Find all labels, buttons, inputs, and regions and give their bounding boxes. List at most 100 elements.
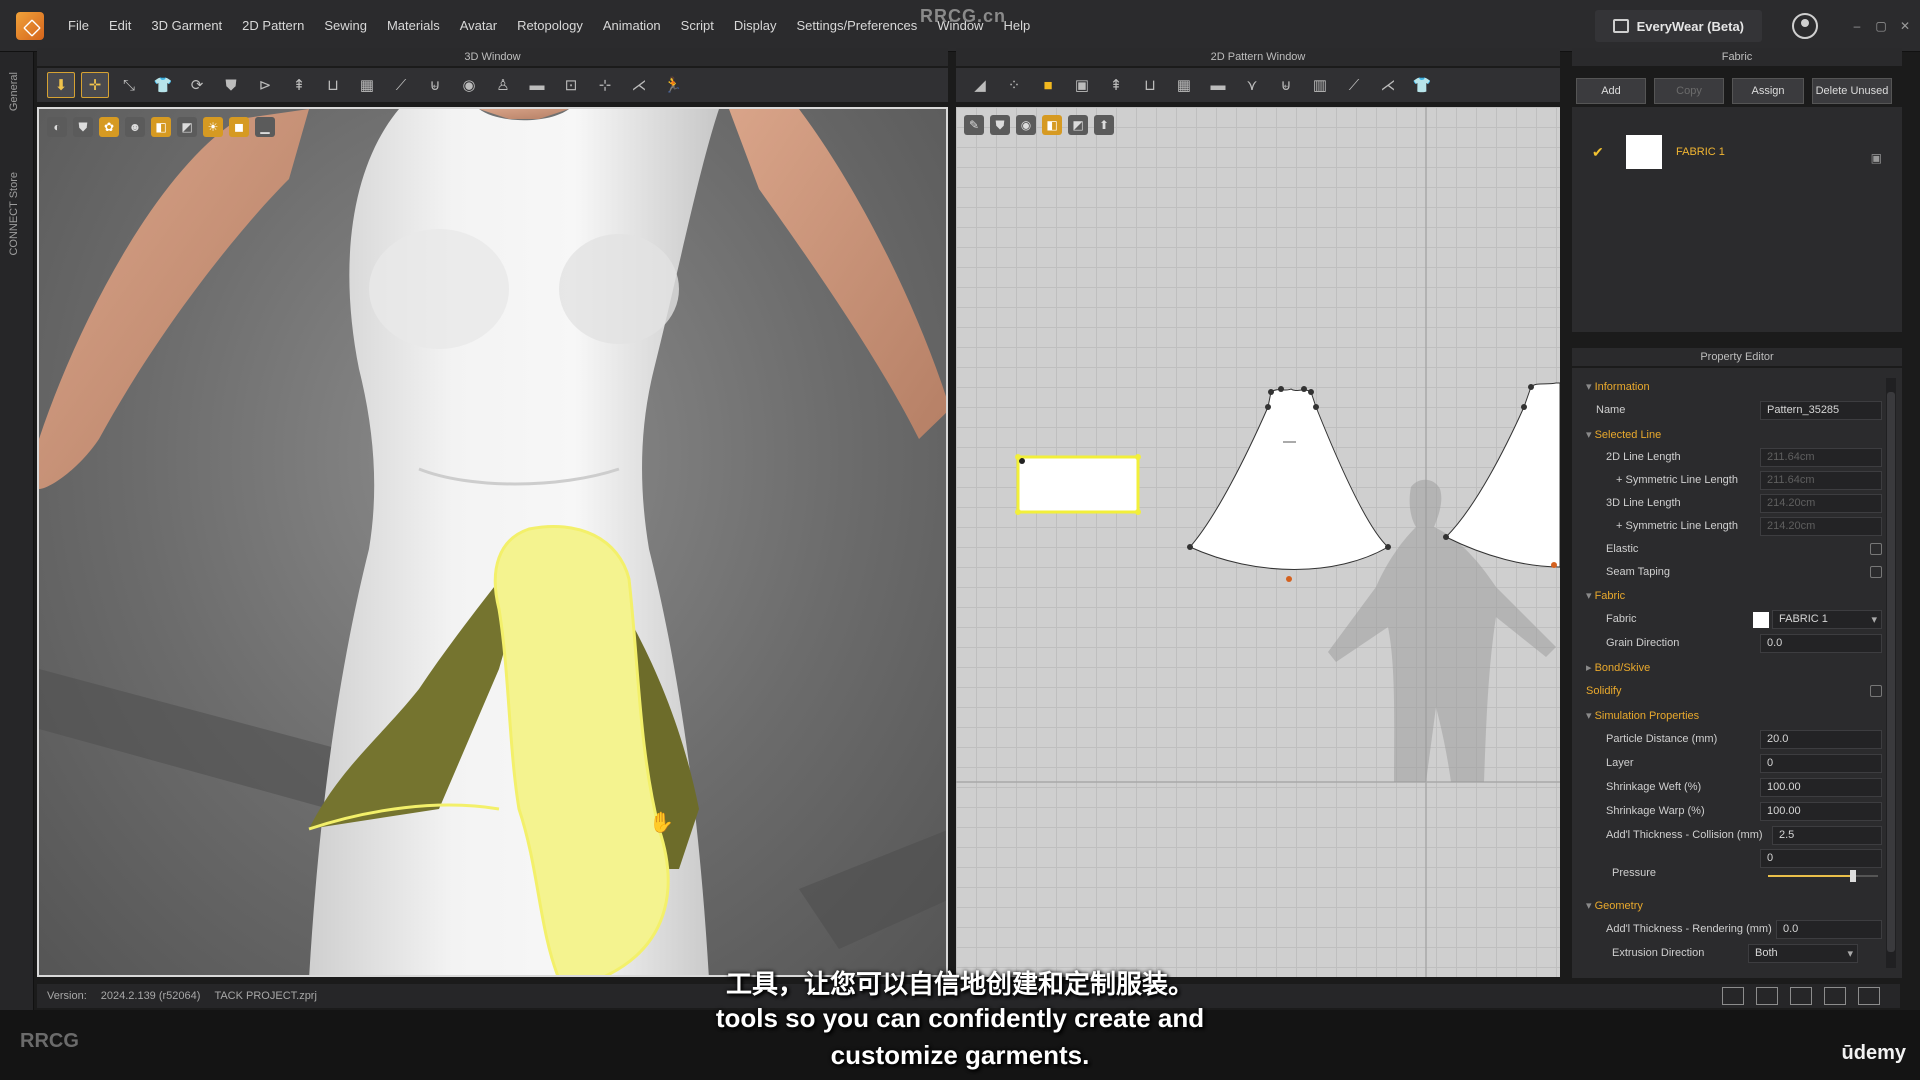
shadow-icon[interactable]: ◼ — [229, 117, 249, 137]
strap-icon[interactable]: ⊌ — [421, 72, 449, 98]
symmetry-icon[interactable]: ◉ — [1016, 115, 1036, 135]
close-icon[interactable]: ✕ — [1896, 19, 1914, 33]
fabric-delete-unused-button[interactable]: Delete Unused — [1812, 78, 1892, 104]
solidify-checkbox[interactable] — [1870, 685, 1882, 697]
section-bond-skive[interactable]: Bond/Skive — [1586, 661, 1651, 674]
menu-2d-pattern[interactable]: 2D Pattern — [232, 18, 314, 33]
texture-icon[interactable]: ✿ — [99, 117, 119, 137]
menu-retopology[interactable]: Retopology — [507, 18, 593, 33]
minimize-icon[interactable]: – — [1848, 19, 1866, 33]
shrinkage-warp-field[interactable]: 100.00 — [1760, 802, 1882, 821]
name-field[interactable]: Pattern_35285 — [1760, 401, 1882, 420]
grain-direction-field[interactable]: 0.0 — [1760, 634, 1882, 653]
edit-point-icon[interactable]: ⁘ — [1000, 72, 1028, 98]
seam-taping-checkbox[interactable] — [1870, 566, 1882, 578]
add-tool-icon[interactable]: ✛ — [81, 72, 109, 98]
section-selected-line[interactable]: Selected Line — [1586, 428, 1662, 441]
pose-icon[interactable]: 🏃 — [659, 72, 687, 98]
section-information[interactable]: Information — [1586, 380, 1650, 393]
subtitle-english-line1: tools so you can confidently create and — [715, 1003, 1205, 1033]
viewport-2d[interactable]: ✎ ⛊ ◉ ◧ ◩ ⬆ — [956, 107, 1560, 977]
avatar-tool-icon[interactable]: ♙ — [489, 72, 517, 98]
user-avatar-icon[interactable] — [1792, 13, 1818, 39]
rendering-thickness-field[interactable]: 0.0 — [1776, 920, 1882, 939]
elastic-checkbox[interactable] — [1870, 543, 1882, 555]
grid-icon[interactable]: ▦ — [353, 72, 381, 98]
menu-display[interactable]: Display — [724, 18, 787, 33]
garment-display-icon[interactable]: ⛊ — [73, 117, 93, 137]
fold-icon[interactable]: ⟳ — [183, 72, 211, 98]
arrange-icon[interactable]: ⛊ — [217, 72, 245, 98]
trim-icon[interactable]: ⊹ — [591, 72, 619, 98]
fabric-lock-icon[interactable]: ▣ — [1871, 151, 1882, 165]
shirt-icon[interactable]: 👕 — [1408, 72, 1436, 98]
menu-animation[interactable]: Animation — [593, 18, 671, 33]
pin-icon[interactable]: ⇞ — [285, 72, 313, 98]
fabric-display-icon[interactable]: ◧ — [151, 117, 171, 137]
light-icon[interactable]: ☀ — [203, 117, 223, 137]
section-geometry[interactable]: Geometry — [1586, 899, 1643, 912]
texture-2d-icon[interactable]: ◧ — [1042, 115, 1062, 135]
fabric-copy-button[interactable]: Copy — [1654, 78, 1724, 104]
app-logo-icon[interactable] — [16, 11, 44, 40]
fabric-add-button[interactable]: Add — [1576, 78, 1646, 104]
fabric-select[interactable]: FABRIC 1 — [1772, 610, 1882, 629]
transform-pattern-icon[interactable]: ◢ — [966, 72, 994, 98]
section-simulation[interactable]: Simulation Properties — [1586, 709, 1700, 722]
trace-icon[interactable]: ⋌ — [1374, 72, 1402, 98]
segment-sew-icon[interactable]: ⊌ — [1272, 72, 1300, 98]
maximize-icon[interactable]: ▢ — [1872, 19, 1890, 33]
collision-thickness-field[interactable]: 2.5 — [1772, 826, 1882, 845]
select-move-icon[interactable]: ⬇ — [47, 72, 75, 98]
pattern-display-icon[interactable]: ✎ — [964, 115, 984, 135]
line3d-label: 3D Line Length — [1606, 497, 1681, 509]
polygon-tool-icon[interactable]: ▣ — [1068, 72, 1096, 98]
export-icon[interactable]: ⬆ — [1094, 115, 1114, 135]
fold-2d-icon[interactable]: ⊔ — [1136, 72, 1164, 98]
particle-distance-field[interactable]: 20.0 — [1760, 730, 1882, 749]
dart-icon[interactable]: ⋎ — [1238, 72, 1266, 98]
everywear-button[interactable]: EveryWear (Beta) — [1594, 10, 1762, 42]
tape-icon[interactable]: ⟋ — [1340, 72, 1368, 98]
garment-icon[interactable]: 👕 — [149, 72, 177, 98]
menu-avatar[interactable]: Avatar — [450, 18, 507, 33]
menu-sewing[interactable]: Sewing — [314, 18, 377, 33]
tab-general[interactable]: General — [8, 72, 20, 111]
section-fabric[interactable]: Fabric — [1586, 589, 1626, 602]
menu-file[interactable]: File — [58, 18, 99, 33]
internal-line-icon[interactable]: ▬ — [1204, 72, 1232, 98]
rectangle-tool-icon[interactable]: ■ — [1034, 72, 1062, 98]
zipper-icon[interactable]: ▬ — [523, 72, 551, 98]
tack-icon[interactable]: ⊳ — [251, 72, 279, 98]
stress-icon[interactable]: ◩ — [177, 117, 197, 137]
menu-edit[interactable]: Edit — [99, 18, 141, 33]
pressure-field[interactable]: 0 — [1760, 849, 1882, 868]
menu-materials[interactable]: Materials — [377, 18, 450, 33]
line-icon[interactable]: ⟋ — [387, 72, 415, 98]
fabric-assign-button[interactable]: Assign — [1732, 78, 1804, 104]
pattern-fill-icon[interactable]: ⛊ — [990, 115, 1010, 135]
avatar-display-icon[interactable]: ☻ — [125, 117, 145, 137]
shape-icon[interactable]: ⋌ — [625, 72, 653, 98]
tab-connect-store[interactable]: CONNECT Store — [8, 172, 20, 256]
point-icon[interactable]: ◉ — [455, 72, 483, 98]
floor-icon[interactable]: ▁ — [255, 117, 275, 137]
grid-2d-icon[interactable]: ▦ — [1170, 72, 1198, 98]
layer-field[interactable]: 0 — [1760, 754, 1882, 773]
select-mesh-icon[interactable]: ⤡ — [115, 72, 143, 98]
menu-3d-garment[interactable]: 3D Garment — [141, 18, 232, 33]
menu-script[interactable]: Script — [671, 18, 724, 33]
pin-2d-icon[interactable]: ⇞ — [1102, 72, 1130, 98]
shrinkage-weft-field[interactable]: 100.00 — [1760, 778, 1882, 797]
extrusion-direction-select[interactable]: Both — [1748, 944, 1858, 963]
render-mode-icon[interactable]: ◐ — [47, 117, 67, 137]
pressure-slider-handle[interactable] — [1850, 870, 1856, 882]
free-sew-icon[interactable]: ▥ — [1306, 72, 1334, 98]
property-scroll-thumb[interactable] — [1887, 392, 1895, 952]
fabric-list-item[interactable]: ✔ FABRIC 1 — [1592, 135, 1725, 169]
measure-icon[interactable]: ⊔ — [319, 72, 347, 98]
grainline-icon[interactable]: ◩ — [1068, 115, 1088, 135]
menu-settings[interactable]: Settings/Preferences — [787, 18, 928, 33]
button-tool-icon[interactable]: ⊡ — [557, 72, 585, 98]
viewport-3d[interactable]: ◐ ⛊ ✿ ☻ ◧ ◩ ☀ ◼ ▁ ✋ — [37, 107, 948, 977]
